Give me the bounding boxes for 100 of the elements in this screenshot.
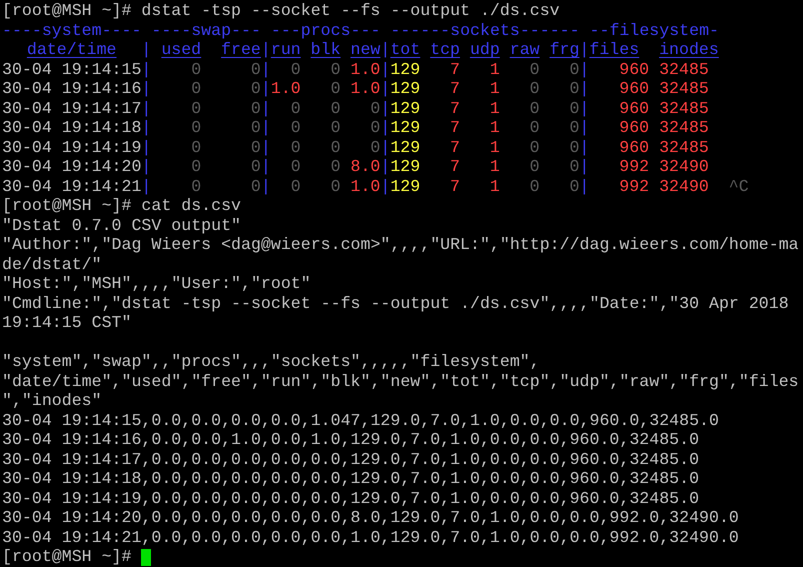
column-separator: | bbox=[141, 157, 152, 176]
timestamp-cell: 30-04 19:14:18 bbox=[2, 118, 142, 138]
table-cell: 129 bbox=[390, 79, 420, 98]
timestamp-cell: 30-04 19:14:17 bbox=[2, 98, 142, 118]
table-cell-text: 0 bbox=[250, 98, 261, 118]
table-cell: 1.0 bbox=[350, 176, 380, 196]
group-header: --filesystem- bbox=[590, 20, 719, 40]
output-line: "Dstat 0.7.0 CSV output" bbox=[2, 216, 241, 235]
output-line: de/dstat/" bbox=[2, 254, 102, 274]
table-cell: 129 bbox=[390, 98, 420, 118]
table-cell-text: 0 bbox=[369, 118, 380, 138]
column-header: inodes bbox=[659, 40, 719, 60]
table-cell-text: 0 bbox=[190, 176, 202, 196]
table-cell-text: 0 bbox=[330, 60, 341, 79]
table-cell-text: 0 bbox=[330, 98, 341, 118]
output-line: 30-04 19:14:15,0.0,0.0,0.0,0.0,1.047,129.0,7.0,1.0,0.0,0.0,960.0,32485.0 bbox=[2, 410, 719, 430]
table-cell: 8.0 bbox=[350, 157, 380, 176]
column-separator: | bbox=[380, 118, 390, 138]
table-cell-text: 0 bbox=[528, 98, 540, 118]
output-line: 30-04 19:14:21,0.0,0.0,0.0,0.0,0.0,1.0,129.0,7.0,1.0,0.0,0.0,992.0,32490.0 bbox=[2, 528, 739, 547]
table-cell-text: 960 bbox=[618, 138, 650, 157]
table-cell-text: 0 bbox=[528, 79, 540, 98]
output-line: 30-04 19:14:20,0.0,0.0,0.0,0.0,0.0,8.0,129.0,7.0,1.0,0.0,0.0,992.0,32490.0 bbox=[2, 508, 739, 528]
output-line: "system","swap",,"procs",,,"sockets",,,,,"filesystem", bbox=[2, 352, 540, 372]
column-header: date/time bbox=[26, 40, 118, 60]
table-cell-text: 7 bbox=[449, 60, 460, 79]
output-line: "Cmdline:","dstat -tsp --socket --fs --output ./ds.csv",,,,"Date:","30 Apr 2018 bbox=[2, 294, 789, 313]
table-cell-text: 32485 bbox=[659, 138, 710, 157]
column-separator: | bbox=[579, 138, 590, 157]
column-separator: | bbox=[260, 176, 271, 196]
column-separator: | bbox=[260, 118, 271, 138]
table-cell-text: 0 bbox=[250, 60, 261, 79]
table-cell-text: 0 bbox=[190, 98, 202, 118]
table-cell-text: 1 bbox=[488, 98, 500, 118]
table-cell-text: 0 bbox=[528, 176, 540, 196]
column-separator: | bbox=[380, 176, 390, 196]
table-cell-text: 0 bbox=[369, 138, 380, 157]
output-line: 30-04 19:14:18,0.0,0.0,0.0,0.0,0.0,129.0,7.0,1.0,0.0,0.0,960.0,32485.0 bbox=[2, 469, 700, 488]
column-separator: | bbox=[141, 138, 152, 157]
column-separator: | bbox=[380, 157, 390, 176]
table-cell-text: 0 bbox=[568, 118, 580, 138]
table-cell-text: 0 bbox=[290, 138, 301, 157]
output-line: 30-04 19:14:19,0.0,0.0,0.0,0.0,0.0,129.0,7.0,1.0,0.0,0.0,960.0,32485.0 bbox=[2, 488, 700, 508]
table-cell-text: 32485 bbox=[659, 98, 710, 118]
timestamp-cell: 30-04 19:14:15 bbox=[2, 60, 142, 79]
output-line: 30-04 19:14:17,0.0,0.0,0.0,0.0,0.0,129.0,7.0,1.0,0.0,0.0,960.0,32485.0 bbox=[2, 450, 700, 469]
column-separator: | bbox=[141, 118, 152, 138]
table-cell: 129 bbox=[390, 138, 420, 157]
table-cell-text: 1 bbox=[488, 157, 500, 176]
table-cell: 1.0 bbox=[350, 60, 380, 79]
table-cell: 129 bbox=[390, 157, 420, 176]
table-cell-text: 0 bbox=[528, 118, 540, 138]
table-cell-text: 0 bbox=[250, 176, 261, 196]
group-header: ------sockets------ bbox=[390, 20, 580, 40]
table-cell: 1.0 bbox=[350, 79, 380, 98]
table-cell-text: 0 bbox=[190, 79, 202, 98]
table-cell: 129 bbox=[390, 118, 420, 138]
column-header: tcp bbox=[430, 40, 460, 60]
table-cell-text: 0 bbox=[190, 157, 202, 176]
column-separator: | bbox=[141, 98, 152, 118]
table-cell-text: 1 bbox=[488, 79, 500, 98]
column-header: blk bbox=[310, 40, 341, 60]
shell-prompt: [root@MSH ~]# bbox=[2, 547, 132, 566]
table-cell-text: 0 bbox=[568, 79, 580, 98]
table-cell-text: 0 bbox=[568, 98, 580, 118]
table-cell-text: 0 bbox=[568, 176, 580, 196]
table-cell-text: 0 bbox=[250, 118, 261, 138]
column-separator: | bbox=[380, 138, 390, 157]
table-cell-text: 0 bbox=[528, 138, 540, 157]
table-cell-text: 32490 bbox=[659, 157, 710, 176]
table-cell: 129 bbox=[390, 176, 420, 196]
column-separator: | bbox=[579, 40, 590, 60]
table-cell-text: 0 bbox=[330, 176, 341, 196]
table-cell-text: 0 bbox=[290, 118, 301, 138]
table-cell-text: 0 bbox=[250, 157, 261, 176]
table-cell-text: 32485 bbox=[659, 118, 710, 138]
output-line: "Host:","MSH",,,,"User:","root" bbox=[2, 274, 311, 294]
column-separator: | bbox=[260, 60, 271, 79]
table-cell-text: 1 bbox=[488, 60, 500, 79]
table-cell-text: 0 bbox=[528, 60, 540, 79]
column-header: used bbox=[160, 40, 202, 60]
table-cell-text: 0 bbox=[330, 79, 341, 98]
column-separator: | bbox=[260, 79, 271, 98]
column-header: raw bbox=[510, 40, 540, 60]
column-separator: | bbox=[579, 60, 590, 79]
table-cell-text: 0 bbox=[330, 138, 341, 157]
column-separator: | bbox=[141, 60, 152, 79]
table-cell-text: 0 bbox=[290, 60, 301, 79]
column-separator: | bbox=[579, 176, 590, 196]
table-cell-text: 960 bbox=[618, 79, 650, 98]
column-header: free bbox=[220, 40, 261, 60]
column-separator: | bbox=[260, 138, 271, 157]
table-cell-text: 1 bbox=[488, 176, 500, 196]
table-cell-text: 0 bbox=[528, 157, 540, 176]
table-cell-text: 7 bbox=[449, 118, 460, 138]
table-cell-text: 7 bbox=[449, 157, 460, 176]
table-cell-text: 1 bbox=[488, 118, 500, 138]
table-cell-text: 992 bbox=[618, 157, 650, 176]
output-line: 19:14:15 CST" bbox=[2, 313, 132, 332]
table-cell-text: 0 bbox=[290, 157, 301, 176]
